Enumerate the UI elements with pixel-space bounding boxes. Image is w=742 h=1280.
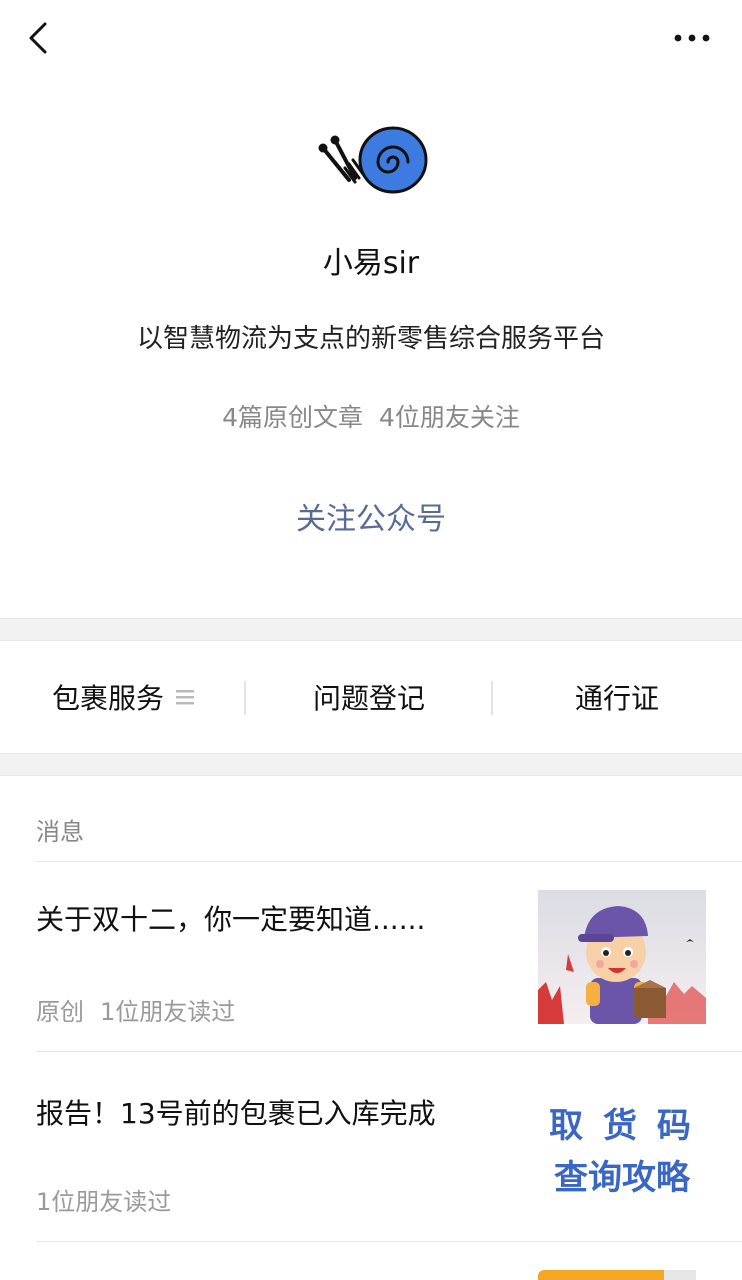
chevron-left-icon	[29, 22, 47, 54]
friends-read-count: 1位朋友读过	[100, 998, 236, 1026]
article-item[interactable]: 关于双十二，你一定要知道...... 原创 1位朋友读过	[0, 862, 742, 1051]
more-button[interactable]	[672, 28, 712, 48]
divider	[36, 1241, 742, 1242]
friends-following-count: 4位朋友关注	[379, 403, 520, 432]
menu-list-icon	[176, 690, 194, 705]
section-gap	[0, 753, 742, 776]
original-articles-count: 4篇原创文章	[222, 403, 363, 432]
menu-item-label: 通行证	[574, 682, 659, 715]
article-title: 报告！13号前的包裹已入库完成	[36, 1097, 436, 1130]
courier-cartoon-thumbnail	[538, 890, 706, 1024]
top-nav-bar	[0, 0, 742, 80]
account-menu-bar: 包裹服务 问题登记 通行证	[0, 641, 742, 753]
menu-item-label: 包裹服务	[51, 682, 164, 715]
article-thumbnail-partial	[538, 1270, 706, 1280]
more-dots-icon	[674, 34, 710, 42]
friends-read-count: 1位朋友读过	[36, 1188, 172, 1216]
section-gap	[0, 618, 742, 641]
article-item[interactable]: 报告！13号前的包裹已入库完成 1位朋友读过 取 货 码 查询攻略	[0, 1052, 742, 1241]
menu-item-pass[interactable]: 通行证	[492, 641, 742, 753]
menu-item-label: 问题登记	[312, 682, 425, 715]
article-meta: 原创 1位朋友读过	[36, 992, 235, 1027]
account-stats: 4篇原创文章 4位朋友关注	[0, 398, 742, 434]
account-name: 小易sir	[322, 246, 420, 281]
account-profile: 小易sir 以智慧物流为支点的新零售综合服务平台 4篇原创文章 4位朋友关注 关注…	[0, 80, 742, 618]
article-meta: 1位朋友读过	[36, 1182, 171, 1217]
menu-item-issue-registration[interactable]: 问题登记	[246, 641, 492, 753]
back-button[interactable]	[22, 18, 62, 58]
messages-section-title: 消息	[36, 818, 84, 846]
menu-item-parcel-service[interactable]: 包裹服务	[0, 641, 246, 753]
thumbnail-text-line-2: 查询攻略	[554, 1158, 690, 1198]
article-title: 关于双十二，你一定要知道......	[36, 903, 426, 936]
thumbnail-text-line-1: 取 货 码	[549, 1106, 695, 1146]
snail-logo-icon	[318, 126, 428, 194]
original-tag: 原创	[36, 998, 84, 1026]
article-thumbnail	[538, 890, 706, 1024]
article-thumbnail: 取 货 码 查询攻略	[538, 1080, 706, 1214]
avatar	[311, 120, 431, 200]
follow-button[interactable]: 关注公众号	[0, 494, 742, 538]
account-description: 以智慧物流为支点的新零售综合服务平台	[136, 324, 605, 354]
